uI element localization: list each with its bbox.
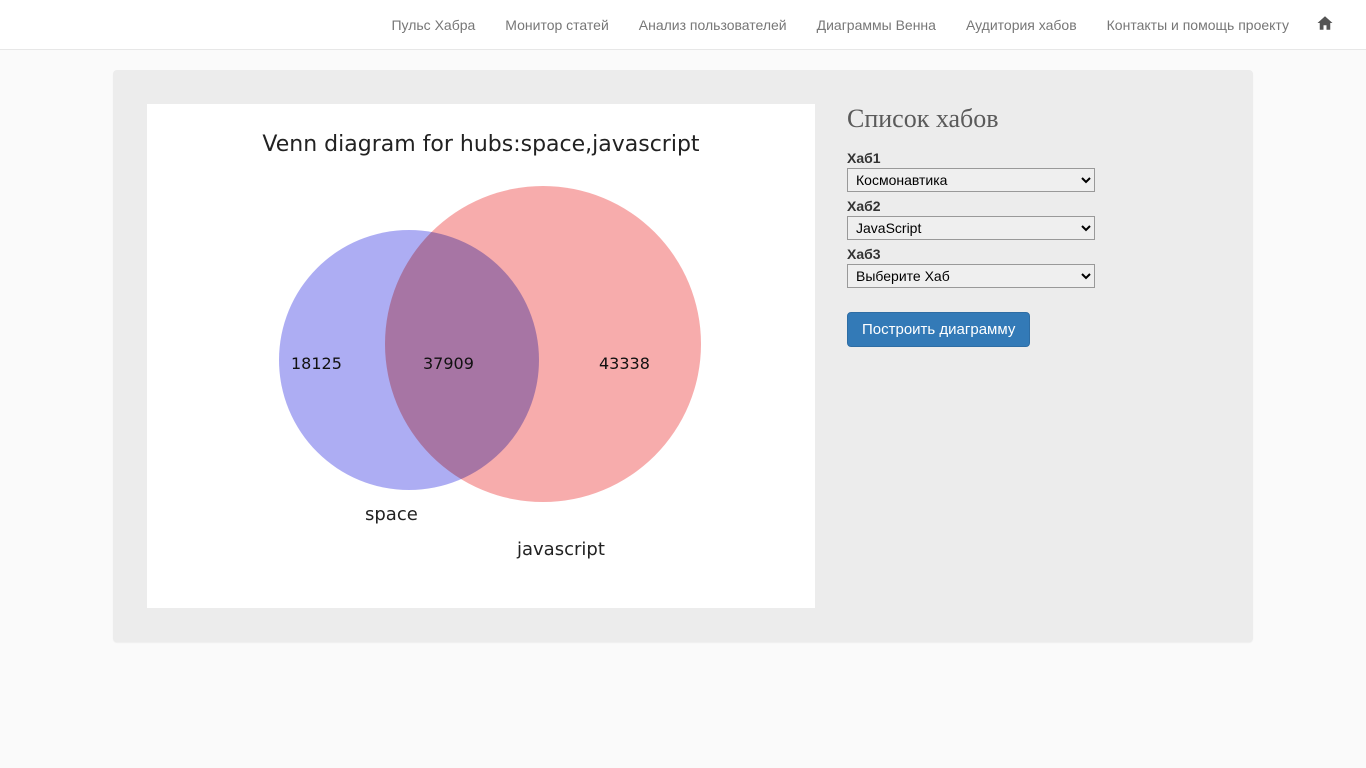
venn-count-space-only: 18125 <box>291 354 342 373</box>
hub1-row: Хаб1 Космонавтика <box>847 150 1219 192</box>
hub-selector-title: Список хабов <box>847 104 1219 134</box>
nav-link-audience[interactable]: Аудитория хабов <box>951 2 1092 48</box>
nav-items: Пульс Хабра Монитор статей Анализ пользо… <box>376 2 1346 48</box>
nav-home-link[interactable] <box>1304 4 1346 45</box>
venn-label-javascript: javascript <box>517 539 605 560</box>
venn-label-space: space <box>365 504 418 525</box>
build-diagram-button[interactable]: Построить диаграмму <box>847 312 1030 347</box>
hub1-select[interactable]: Космонавтика <box>847 168 1095 192</box>
home-icon <box>1316 14 1334 35</box>
nav-link-monitor[interactable]: Монитор статей <box>490 2 623 48</box>
hub2-select[interactable]: JavaScript <box>847 216 1095 240</box>
hub3-select[interactable]: Выберите Хаб <box>847 264 1095 288</box>
hub1-label: Хаб1 <box>847 150 1219 166</box>
venn-diagram-panel: Venn diagram for hubs:space,javascript 1… <box>147 104 815 608</box>
venn-canvas: 18125 37909 43338 space javascript <box>147 104 815 608</box>
nav-link-users[interactable]: Анализ пользователей <box>624 2 802 48</box>
venn-count-javascript-only: 43338 <box>599 354 650 373</box>
top-nav: Пульс Хабра Монитор статей Анализ пользо… <box>0 0 1366 50</box>
hub2-label: Хаб2 <box>847 198 1219 214</box>
hub3-label: Хаб3 <box>847 246 1219 262</box>
hub2-row: Хаб2 JavaScript <box>847 198 1219 240</box>
hub-selector-panel: Список хабов Хаб1 Космонавтика Хаб2 Java… <box>847 104 1219 608</box>
main-panel: Venn diagram for hubs:space,javascript 1… <box>113 70 1253 642</box>
nav-link-pulse[interactable]: Пульс Хабра <box>376 2 490 48</box>
venn-count-intersection: 37909 <box>423 354 474 373</box>
hub3-row: Хаб3 Выберите Хаб <box>847 246 1219 288</box>
nav-link-contacts[interactable]: Контакты и помощь проекту <box>1092 2 1304 48</box>
nav-link-venn[interactable]: Диаграммы Венна <box>802 2 951 48</box>
